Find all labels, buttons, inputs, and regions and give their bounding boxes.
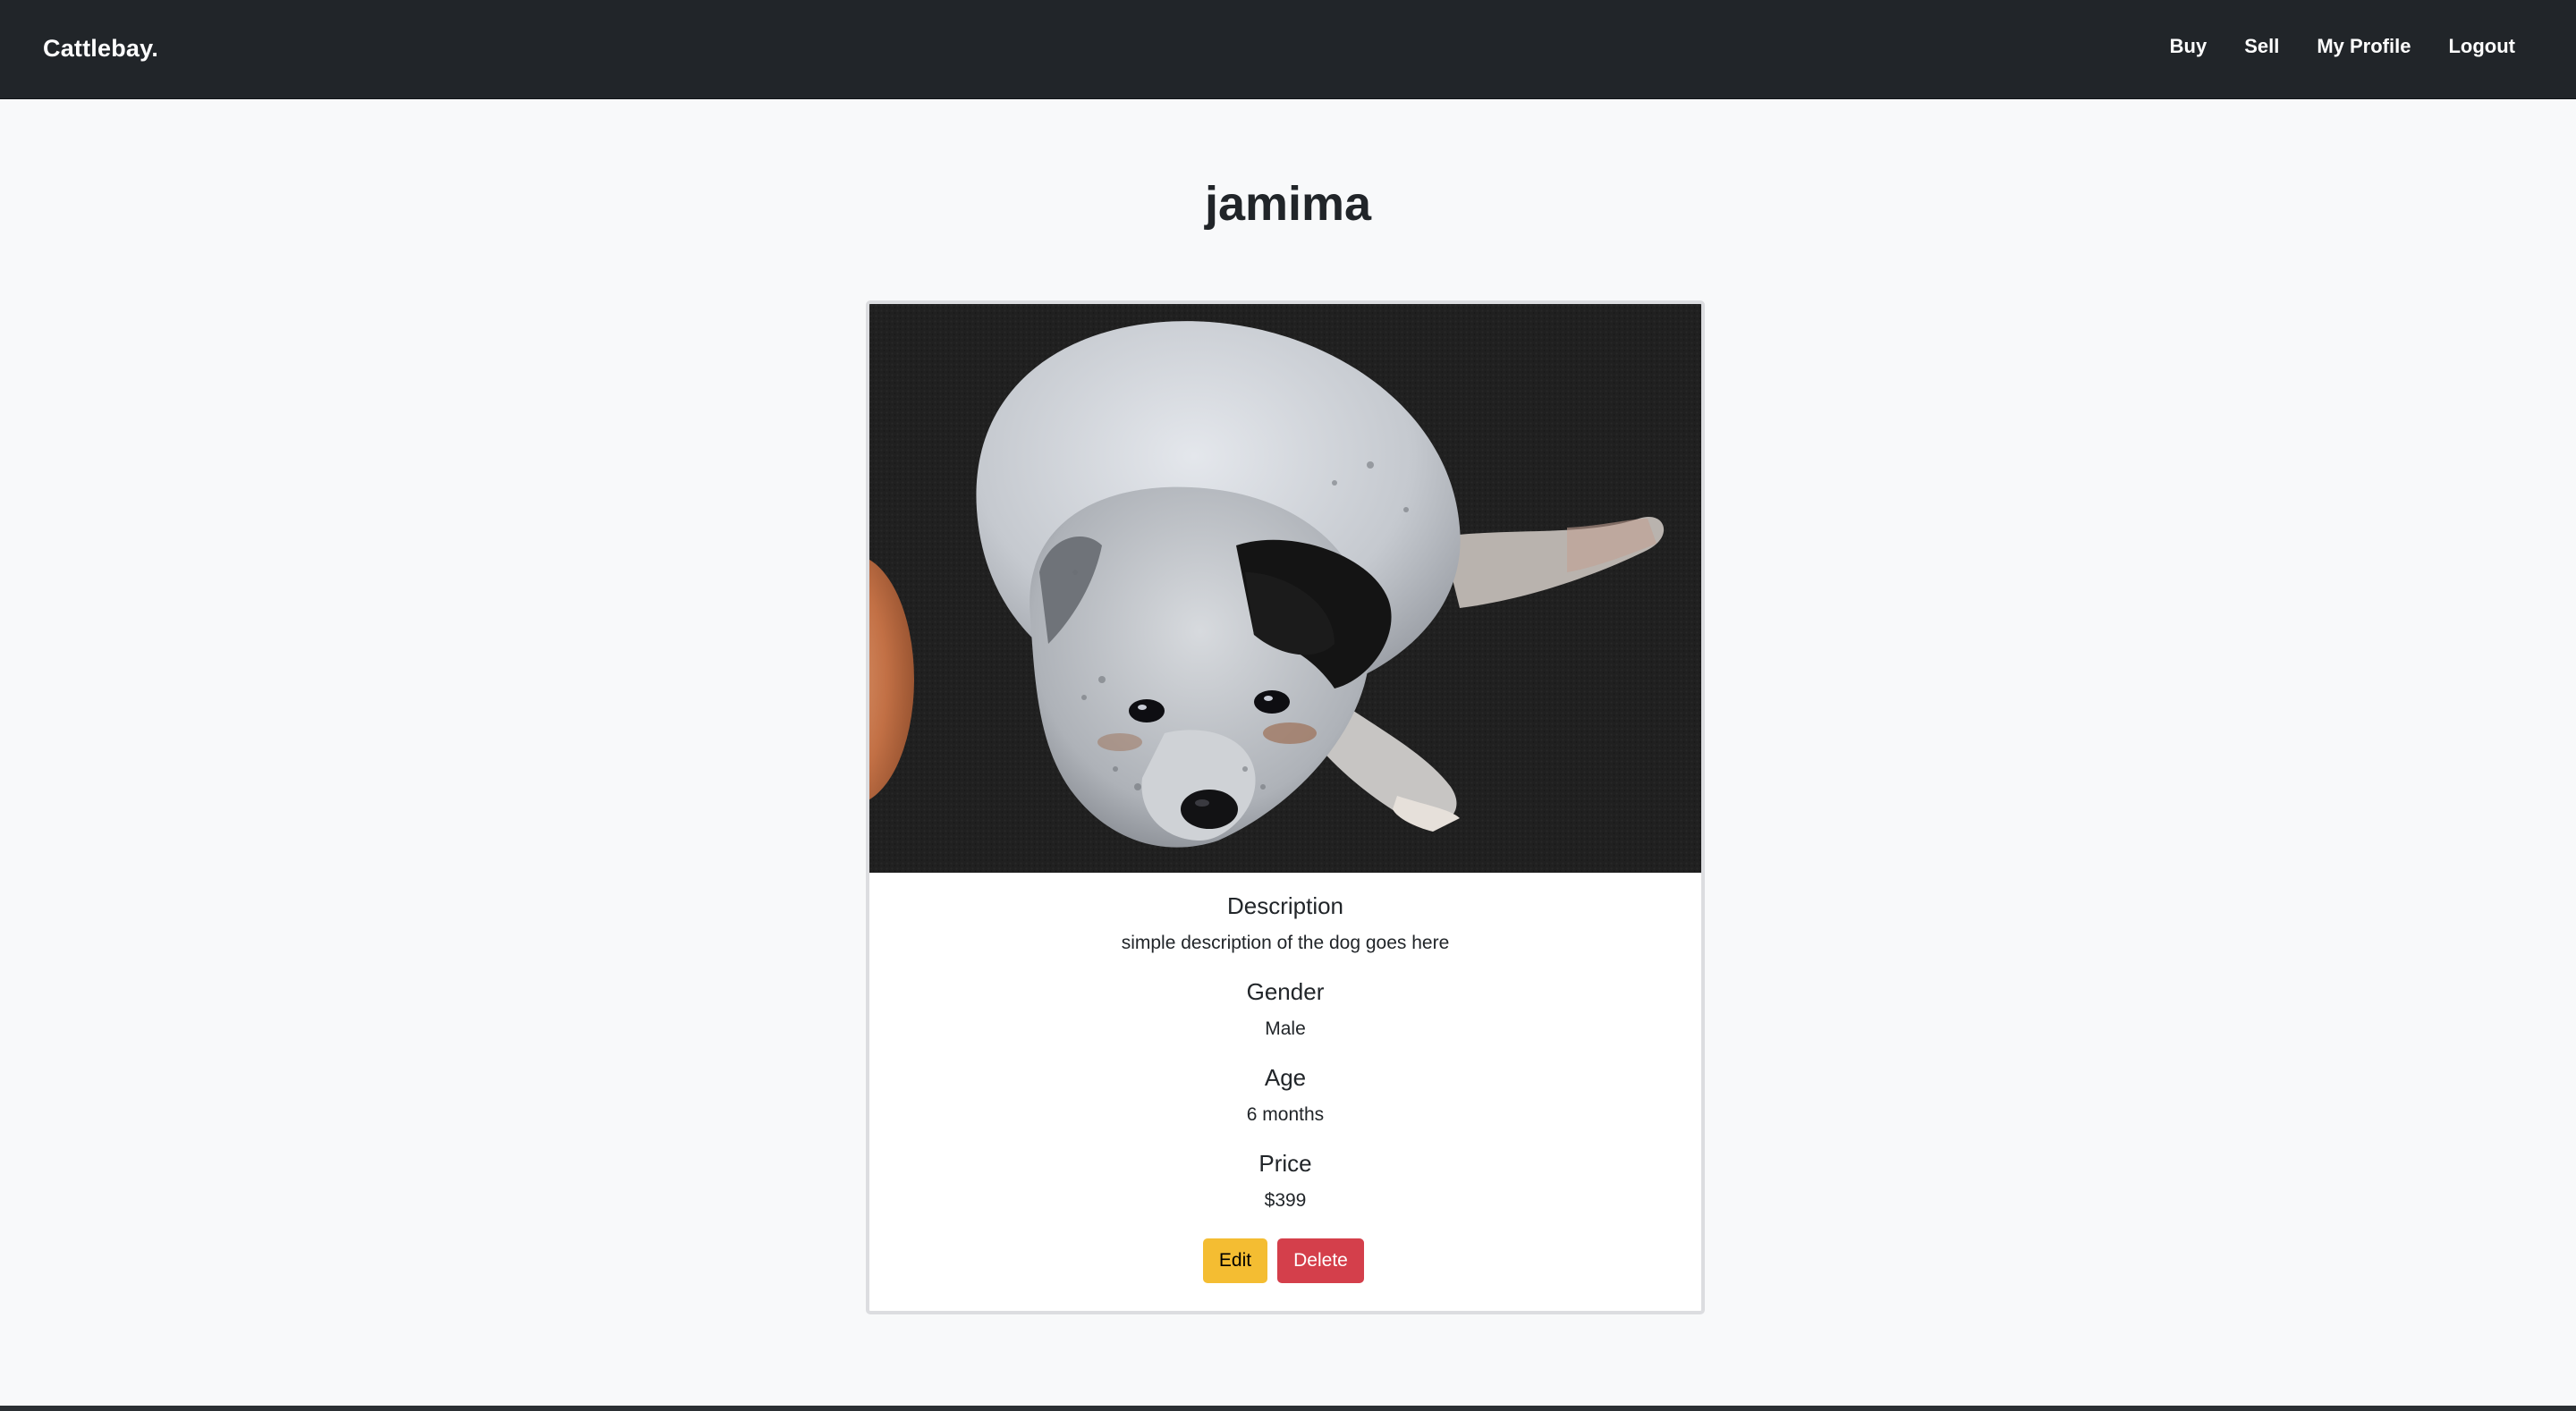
- brand-logo-link[interactable]: Cattlebay.: [43, 30, 158, 66]
- nav-link-logout[interactable]: Logout: [2448, 29, 2515, 64]
- price-heading: Price: [1258, 1150, 1312, 1177]
- price-value: $399: [1264, 1190, 1307, 1211]
- dog-photo: [869, 304, 1701, 873]
- age-heading: Age: [1264, 1064, 1307, 1091]
- edit-button[interactable]: Edit: [1203, 1238, 1267, 1283]
- nav-link-my-profile[interactable]: My Profile: [2317, 29, 2411, 64]
- page-title: jamima: [1204, 177, 1372, 231]
- gender-heading: Gender: [1246, 978, 1325, 1005]
- top-navbar: Cattlebay. Buy Sell My Profile Logout: [0, 0, 2576, 99]
- nav-links: Buy Sell My Profile Logout: [2132, 29, 2515, 64]
- window-bottom-edge: [0, 1406, 2576, 1411]
- nav-link-buy[interactable]: Buy: [2170, 29, 2207, 64]
- nav-link-sell[interactable]: Sell: [2244, 29, 2279, 64]
- listing-card: Description simple description of the do…: [866, 300, 1705, 1314]
- description-heading: Description: [1226, 892, 1344, 919]
- age-value: 6 months: [1246, 1104, 1325, 1125]
- description-value: simple description of the dog goes here: [1121, 933, 1450, 953]
- gender-value: Male: [1265, 1018, 1306, 1039]
- delete-button[interactable]: Delete: [1277, 1238, 1364, 1283]
